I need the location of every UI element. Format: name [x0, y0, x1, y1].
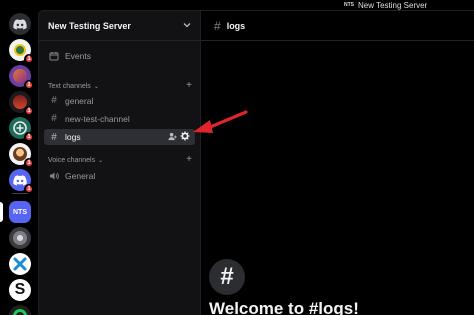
invite-member-icon[interactable] — [168, 132, 177, 141]
annotation-arrow — [193, 110, 248, 133]
titlebar-server-badge: NTS — [344, 2, 354, 8]
channel-label: general — [65, 95, 94, 106]
channel-header: # logs — [201, 11, 474, 41]
channel-label: logs — [65, 132, 81, 142]
main-content: # logs # Welcome to #logs! — [200, 10, 474, 315]
server-icon[interactable] — [9, 253, 31, 275]
server-icon[interactable]: 1 — [9, 169, 34, 194]
window-titlebar: NTS New Testing Server — [0, 0, 474, 10]
channel-label: new-test-channel — [65, 113, 130, 124]
hashtag-icon: # — [51, 95, 57, 106]
events-item[interactable]: Events — [44, 48, 195, 63]
server-avatar-icon — [13, 231, 27, 245]
chevron-down-icon — [183, 23, 191, 28]
notification-badge: 1 — [24, 106, 34, 116]
discord-logo-icon — [13, 18, 27, 30]
hashtag-icon: # — [51, 113, 57, 124]
add-channel-icon[interactable]: + — [186, 80, 192, 91]
x-logo-icon — [13, 257, 27, 271]
channel-item-new-test-channel[interactable]: # new-test-channel — [44, 111, 195, 126]
s-logo-icon: S — [14, 281, 26, 298]
calendar-icon — [49, 51, 59, 61]
category-label: Text channels — [48, 82, 91, 90]
channel-label: General — [65, 170, 96, 181]
gear-icon[interactable] — [180, 131, 190, 141]
server-avatar-icon — [13, 309, 27, 315]
chevron-down-icon: ⌄ — [93, 83, 99, 90]
hashtag-icon: # — [214, 18, 221, 33]
voice-channels-category[interactable]: Voice channels ⌄ + — [48, 154, 196, 165]
server-icon[interactable]: 1 — [9, 117, 34, 142]
text-channels-category[interactable]: Text channels ⌄ + — [48, 80, 196, 91]
server-name: New Testing Server — [48, 20, 131, 31]
titlebar-title: New Testing Server — [358, 0, 428, 10]
server-icon[interactable]: 1 — [9, 65, 34, 90]
notification-badge: 1 — [24, 54, 34, 64]
server-icon-new-testing-server[interactable]: NTS — [9, 201, 31, 223]
notification-badge: 1 — [24, 158, 34, 168]
home-button[interactable] — [9, 13, 31, 35]
server-header[interactable]: New Testing Server — [39, 11, 201, 41]
hashtag-icon: # — [209, 259, 245, 295]
server-icon[interactable]: 1 — [9, 91, 34, 116]
voice-channel-item-general[interactable]: General — [44, 168, 195, 183]
events-label: Events — [65, 50, 91, 61]
discord-logo-icon — [13, 174, 27, 186]
channel-item-logs[interactable]: # logs — [44, 129, 195, 145]
server-icon[interactable] — [9, 227, 31, 249]
server-avatar-icon — [14, 44, 26, 56]
chevron-down-icon: ⌄ — [98, 157, 104, 164]
speaker-icon — [49, 171, 59, 181]
add-channel-icon[interactable]: + — [186, 154, 192, 165]
server-acronym: NTS — [13, 208, 27, 216]
channel-title: logs — [226, 20, 246, 31]
channel-tools — [168, 131, 190, 141]
notification-badge: 1 — [24, 80, 34, 90]
server-icon[interactable] — [9, 305, 31, 315]
rail-divider — [12, 193, 28, 194]
channel-item-general[interactable]: # general — [44, 93, 195, 108]
server-rail: 1 1 1 1 1 1 NTS S — [0, 10, 38, 315]
hashtag-icon: # — [51, 131, 57, 143]
server-icon[interactable]: S — [9, 279, 31, 301]
notification-badge: 1 — [24, 132, 34, 142]
selected-server-pill — [0, 202, 3, 222]
channel-sidebar: New Testing Server Events Text channels … — [38, 10, 201, 315]
server-icon[interactable]: 1 — [9, 143, 34, 168]
server-icon[interactable]: 1 — [9, 39, 34, 64]
welcome-heading: Welcome to #logs! — [209, 299, 359, 315]
category-label: Voice channels — [48, 156, 96, 164]
